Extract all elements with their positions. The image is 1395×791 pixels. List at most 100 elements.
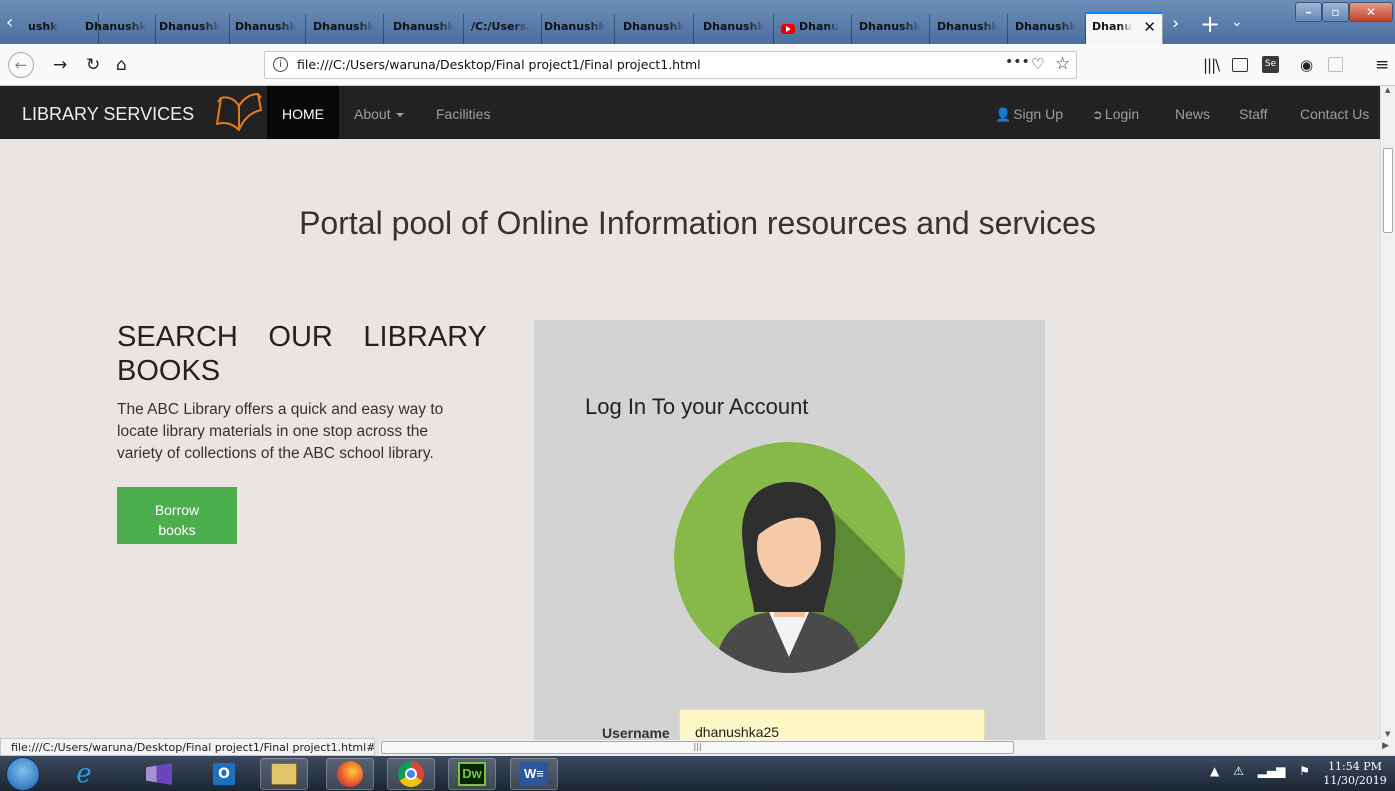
tab-close-icon[interactable]: ✕ bbox=[1143, 20, 1156, 35]
nav-signup-label: Sign Up bbox=[1013, 106, 1063, 122]
system-tray: ▲ ⚠ ▂▄▆ ⚑ bbox=[1210, 764, 1320, 778]
tab-scroll-left-icon[interactable]: ‹ bbox=[6, 13, 20, 33]
scroll-up-icon[interactable]: ▲ bbox=[1385, 86, 1390, 94]
word-icon[interactable]: W≡ bbox=[510, 758, 558, 790]
browser-tab[interactable]: Dhanushk bbox=[617, 14, 694, 44]
window-maximize-button[interactable]: ▫ bbox=[1322, 2, 1349, 22]
back-arrow-icon[interactable]: ← bbox=[8, 52, 34, 78]
browser-tab-label: Dhanushk bbox=[159, 20, 221, 33]
internet-explorer-icon[interactable]: e bbox=[60, 758, 108, 790]
selenium-extension-icon[interactable]: Se bbox=[1262, 56, 1279, 73]
outlook-icon[interactable]: O bbox=[200, 758, 248, 790]
browser-tab[interactable]: Dhanu bbox=[775, 14, 852, 44]
action-center-icon[interactable]: ⚑ bbox=[1299, 764, 1310, 778]
browser-tab[interactable]: Dhanushk bbox=[307, 14, 384, 44]
browser-tab[interactable]: Dhanushk bbox=[387, 14, 464, 44]
browser-tab[interactable]: Dhanushk bbox=[1009, 14, 1086, 44]
tab-list-chevron-icon[interactable]: ⌄ bbox=[1231, 14, 1243, 30]
browser-tab[interactable]: Dhanushk bbox=[229, 14, 306, 44]
visual-studio-icon[interactable] bbox=[135, 758, 183, 790]
pocket-icon[interactable]: ♡ bbox=[1031, 55, 1044, 73]
page-heading: Portal pool of Online Information resour… bbox=[299, 205, 1096, 241]
vertical-scroll-thumb[interactable] bbox=[1383, 148, 1393, 233]
browser-tab[interactable]: /C:/Users/ bbox=[465, 14, 542, 44]
browser-tab-label: Dhanushk bbox=[859, 20, 921, 33]
borrow-books-label: Borrow books bbox=[154, 501, 200, 538]
scroll-right-icon[interactable]: ▶ bbox=[1382, 741, 1389, 751]
nav-home[interactable]: HOME bbox=[267, 86, 339, 139]
window-close-button[interactable]: ✕ bbox=[1349, 2, 1393, 22]
browser-tab-label: Dhanushk bbox=[85, 20, 147, 33]
browser-tab[interactable]: Dhanushk bbox=[853, 14, 930, 44]
horizontal-scrollbar[interactable]: ||| ▶ bbox=[379, 740, 1395, 755]
dreamweaver-icon[interactable]: Dw bbox=[448, 758, 496, 790]
browser-tab[interactable]: Dhanushk bbox=[931, 14, 1008, 44]
scroll-down-icon[interactable]: ▼ bbox=[1385, 730, 1390, 738]
browser-tab-label: Dhanushk bbox=[703, 20, 765, 33]
browser-toolbar: ← → ↻ ⌂ i file:///C:/Users/waruna/Deskto… bbox=[0, 44, 1395, 86]
page-actions-icon[interactable]: ••• bbox=[1005, 54, 1030, 70]
site-navbar: LIBRARY SERVICES HOME About Facilities 👤… bbox=[0, 86, 1380, 139]
browser-tab-label: Dhanushk bbox=[544, 20, 606, 33]
tray-expand-icon[interactable]: ▲ bbox=[1210, 764, 1219, 778]
login-title: Log In To your Account bbox=[585, 394, 809, 419]
windows-start-button[interactable] bbox=[6, 757, 40, 791]
clock-time: 11:54 PM bbox=[1328, 760, 1382, 773]
browser-tab[interactable]: Dhanushk bbox=[538, 14, 615, 44]
windows-taskbar: e O Dw W≡ ▲ ⚠ ▂▄▆ ⚑ 11:54 PM 11/30/2019 bbox=[0, 756, 1395, 791]
nav-facilities[interactable]: Facilities bbox=[436, 106, 490, 122]
bookmark-star-icon[interactable]: ☆ bbox=[1055, 54, 1070, 74]
borrow-books-button[interactable]: Borrow books bbox=[117, 487, 237, 544]
reload-icon[interactable]: ↻ bbox=[86, 55, 100, 75]
chrome-icon[interactable] bbox=[387, 758, 435, 790]
browser-tab[interactable]: Dhanushk bbox=[697, 14, 774, 44]
horizontal-scroll-thumb[interactable]: ||| bbox=[381, 741, 1014, 754]
url-bar[interactable]: i file:///C:/Users/waruna/Desktop/Final … bbox=[264, 51, 1077, 79]
browser-tab-strip: ‹ ushk Dhanushk Dhanushk Dhanushk Dhanushk Dh… bbox=[0, 0, 1395, 44]
open-book-logo-icon bbox=[216, 93, 262, 131]
system-clock[interactable]: 11:54 PM 11/30/2019 bbox=[1322, 760, 1388, 788]
browser-tab[interactable]: Dhanushk bbox=[79, 14, 156, 44]
clock-date: 11/30/2019 bbox=[1323, 774, 1387, 787]
account-icon[interactable]: ◉ bbox=[1300, 55, 1313, 75]
browser-tab-label: Dhanushk bbox=[623, 20, 685, 33]
library-icon[interactable]: |||\ bbox=[1203, 55, 1220, 75]
nav-about-dropdown[interactable]: About bbox=[354, 106, 404, 122]
sidebar-icon[interactable] bbox=[1232, 58, 1248, 72]
tab-scroll-right-icon[interactable]: › bbox=[1172, 13, 1179, 34]
firefox-icon[interactable] bbox=[326, 758, 374, 790]
username-label: Username bbox=[602, 725, 670, 741]
browser-tab-label: Dhanushk bbox=[1015, 20, 1077, 33]
nav-staff[interactable]: Staff bbox=[1239, 106, 1268, 122]
new-tab-button[interactable]: + bbox=[1200, 10, 1220, 38]
signal-icon[interactable]: ▂▄▆ bbox=[1258, 764, 1286, 778]
nav-news[interactable]: News bbox=[1175, 106, 1210, 122]
extension-icon[interactable] bbox=[1328, 57, 1343, 72]
nav-contact-us[interactable]: Contact Us bbox=[1300, 106, 1369, 122]
browser-tab-label: Dhanushk bbox=[937, 20, 999, 33]
browser-tab-label: Dhanushk bbox=[393, 20, 455, 33]
nav-signup[interactable]: 👤 Sign Up bbox=[995, 106, 1063, 123]
status-bar-link: file:///C:/Users/waruna/Desktop/Final pr… bbox=[0, 738, 375, 756]
browser-tab-label: Dhanushk bbox=[313, 20, 375, 33]
user-icon: 👤 bbox=[995, 107, 1012, 122]
home-icon[interactable]: ⌂ bbox=[116, 55, 127, 75]
browser-tab-label: Dhanu bbox=[1092, 20, 1133, 33]
vertical-scrollbar[interactable]: ▲ ▼ bbox=[1380, 86, 1395, 740]
nav-about-label: About bbox=[354, 106, 391, 122]
caret-down-icon bbox=[395, 113, 404, 117]
forward-arrow-icon[interactable]: → bbox=[53, 55, 67, 75]
window-minimize-button[interactable]: – bbox=[1295, 2, 1322, 22]
hamburger-menu-icon[interactable]: ≡ bbox=[1375, 55, 1389, 75]
search-section-title: SEARCH OUR LIBRARY BOOKS bbox=[117, 321, 487, 387]
file-explorer-icon[interactable] bbox=[260, 758, 308, 790]
brand-name[interactable]: LIBRARY SERVICES bbox=[22, 104, 194, 125]
network-warning-icon[interactable]: ⚠ bbox=[1233, 764, 1244, 778]
login-panel: Log In To your Account Username dhanushk… bbox=[534, 320, 1045, 749]
browser-tab[interactable]: Dhanushk bbox=[153, 14, 230, 44]
avatar-woman-icon bbox=[674, 442, 905, 673]
url-text[interactable]: file:///C:/Users/waruna/Desktop/Final pr… bbox=[297, 57, 701, 72]
nav-login[interactable]: ➲ Login bbox=[1092, 106, 1139, 123]
browser-tab[interactable]: Dhanu ✕ bbox=[1086, 12, 1163, 44]
page-info-icon[interactable]: i bbox=[273, 57, 288, 72]
